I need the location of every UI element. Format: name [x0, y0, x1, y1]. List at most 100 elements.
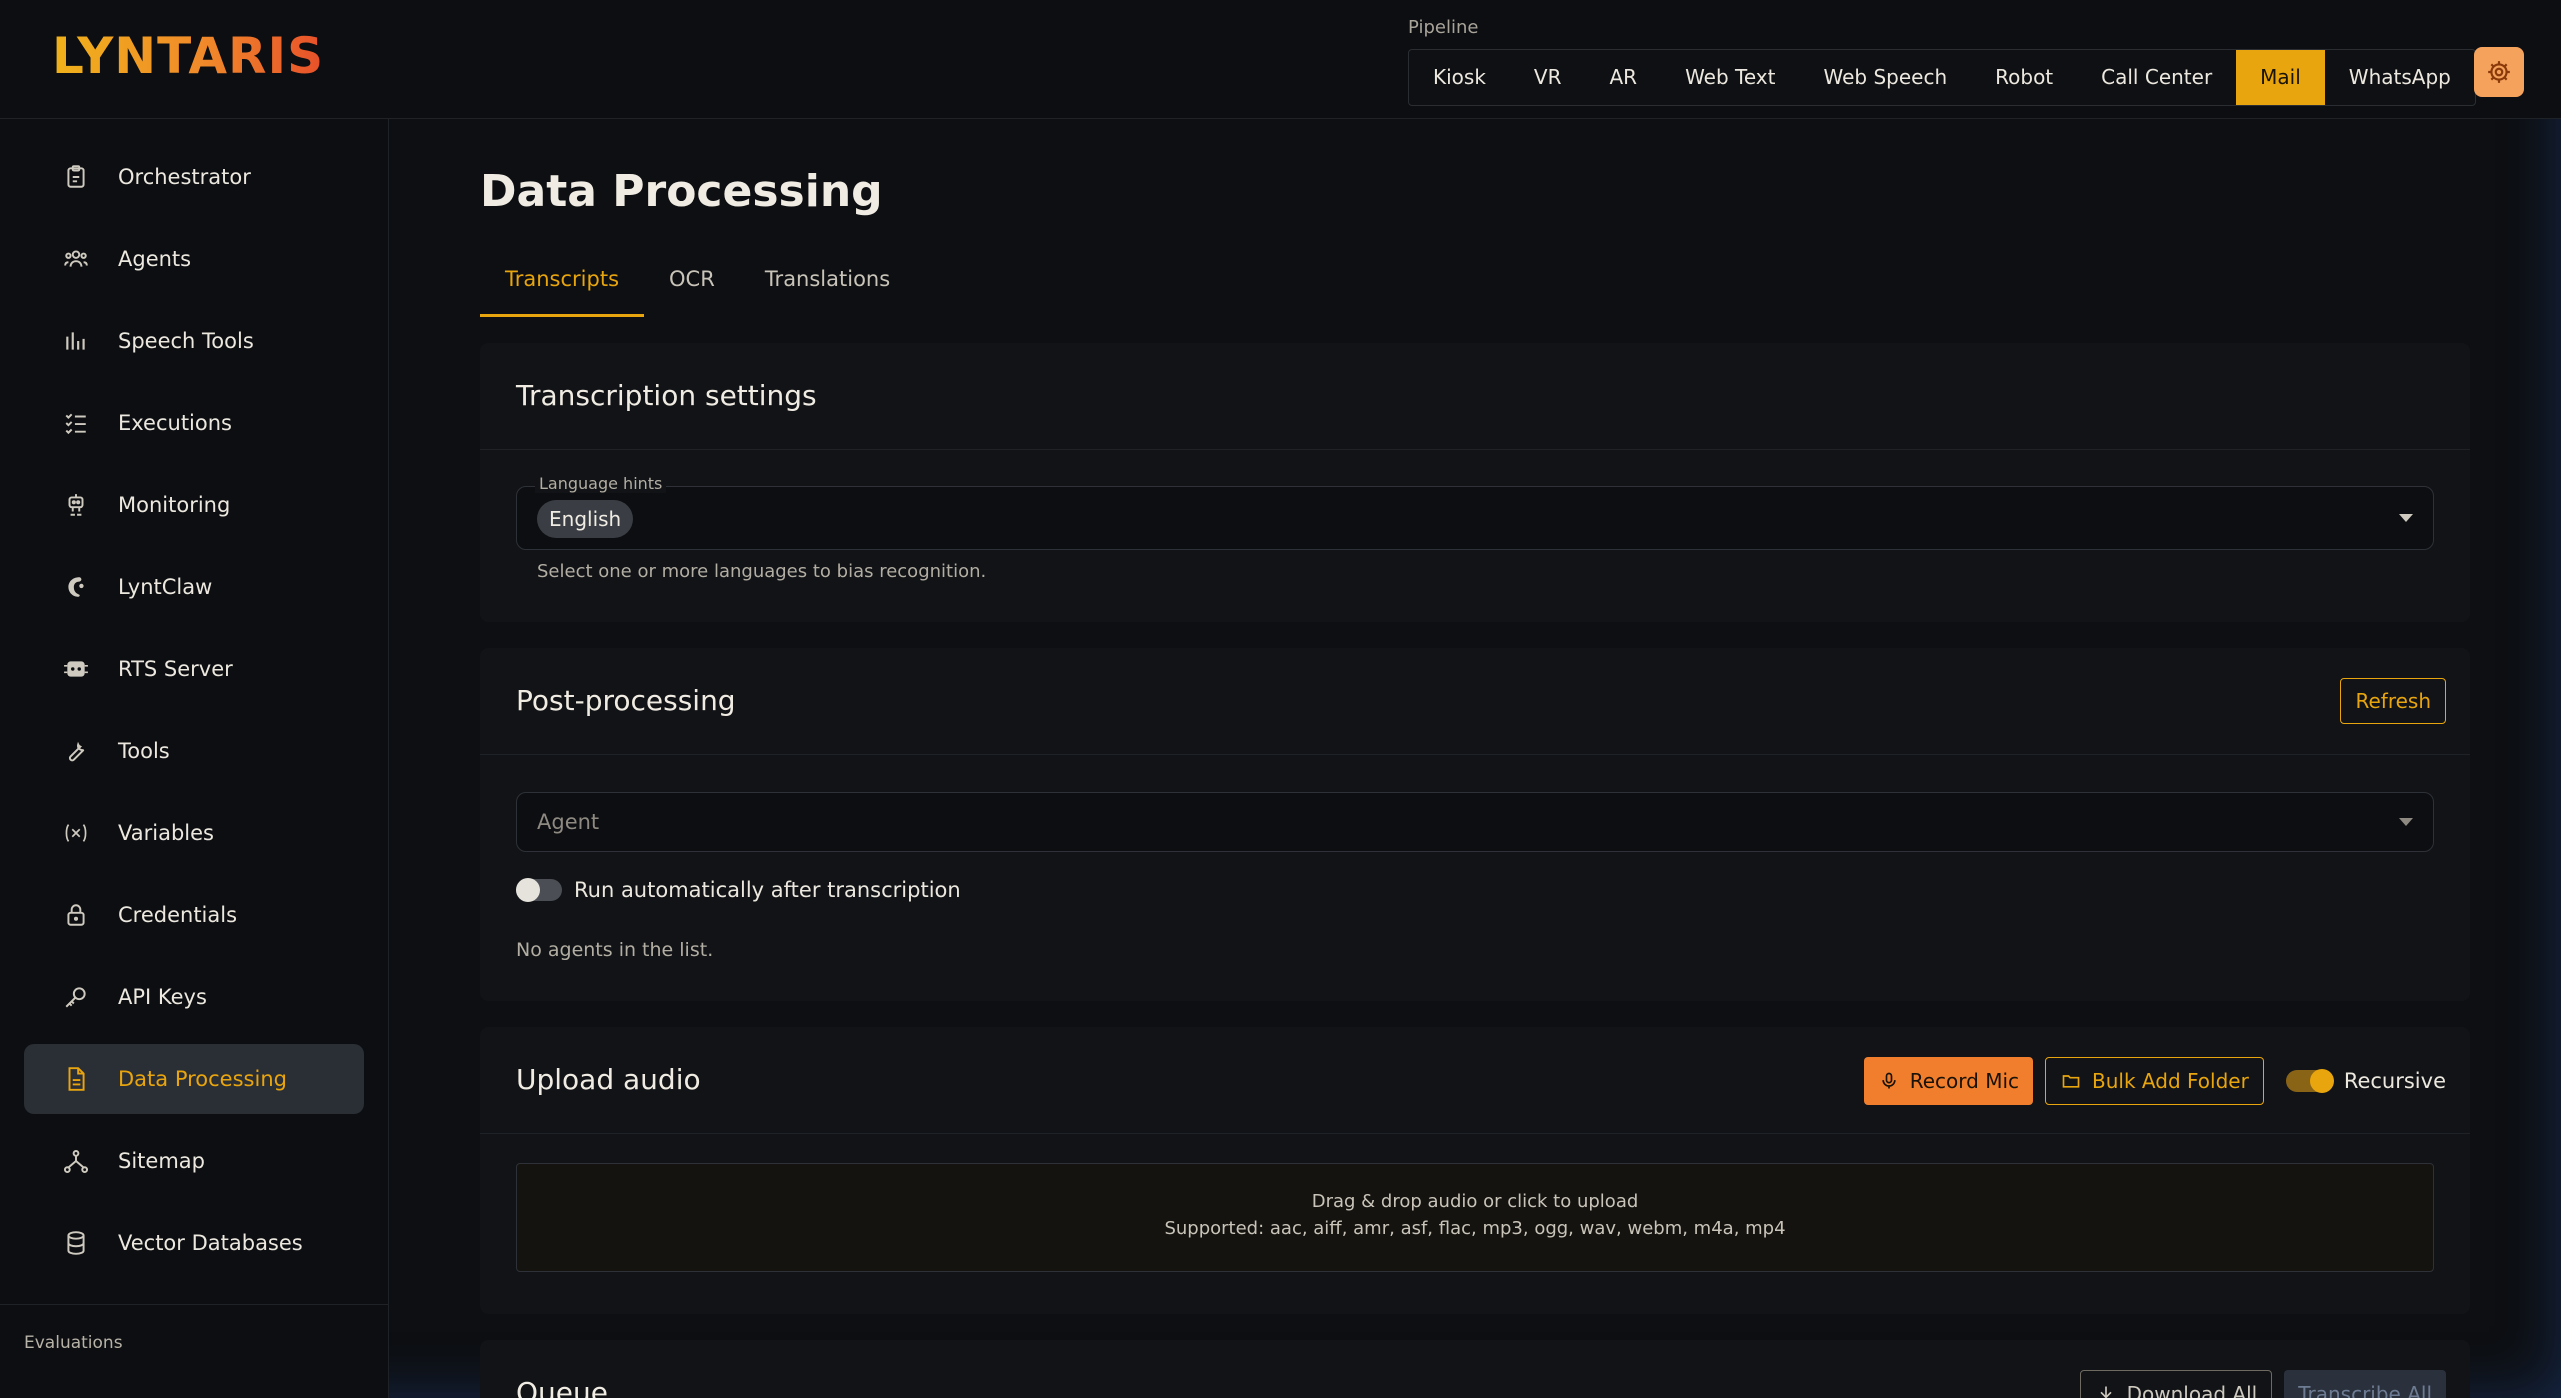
recursive-label: Recursive — [2343, 1069, 2446, 1093]
robot-icon — [62, 491, 90, 519]
pipeline-ar-button[interactable]: AR — [1586, 50, 1662, 105]
sidebar-item-label: Monitoring — [118, 493, 231, 517]
sidebar-item-label: API Keys — [118, 985, 207, 1009]
helper-text: Select one or more languages to bias rec… — [537, 561, 987, 582]
sidebar-item-label: RTS Server — [118, 657, 233, 681]
field-label: Language hints — [535, 474, 667, 493]
toggle-knob — [516, 878, 540, 902]
download-icon — [2095, 1383, 2117, 1398]
agent-placeholder: Agent — [537, 810, 600, 834]
pipeline-vr-button[interactable]: VR — [1510, 50, 1586, 105]
pipeline-label: Pipeline — [1408, 17, 1479, 38]
checklist-icon — [62, 409, 90, 437]
sidebar-item-lyntclaw[interactable]: LyntClaw — [24, 552, 364, 622]
sidebar-item-credentials[interactable]: Credentials — [24, 880, 364, 950]
queue-actions: Download All Transcribe All — [2079, 1370, 2446, 1398]
pipeline-web-text-button[interactable]: Web Text — [1661, 50, 1799, 105]
sidebar-item-data-processing[interactable]: Data Processing — [24, 1044, 364, 1114]
tab-translations[interactable]: Translations — [740, 255, 915, 317]
sidebar-divider — [0, 1304, 389, 1305]
settings-button[interactable] — [2474, 47, 2524, 97]
dropzone-supported-formats: Supported: aac, aiff, amr, asf, flac, mp… — [1164, 1218, 1786, 1239]
empty-agents-text: No agents in the list. — [516, 939, 714, 961]
dropzone-instructions: Drag & drop audio or click to upload — [1311, 1191, 1639, 1212]
sidebar-item-orchestrator[interactable]: Orchestrator — [24, 142, 364, 212]
clipboard-icon — [62, 163, 90, 191]
transcription-settings-card: Transcription settings Language hints En… — [480, 343, 2470, 622]
sidebar-item-label: Sitemap — [118, 1149, 205, 1173]
tab-ocr[interactable]: OCR — [644, 255, 740, 317]
download-all-label: Download All — [2126, 1382, 2258, 1398]
sidebar-item-api-keys[interactable]: API Keys — [24, 962, 364, 1032]
bar-chart-icon — [62, 327, 90, 355]
database-icon — [62, 1229, 90, 1257]
gear-icon — [2488, 61, 2510, 83]
card-header: Transcription settings — [480, 343, 2470, 450]
recursive-toggle[interactable] — [2285, 1069, 2334, 1093]
post-processing-card: Post-processing Refresh Agent Run automa… — [480, 648, 2470, 1001]
pipeline-whatsapp-button[interactable]: WhatsApp — [2325, 50, 2475, 105]
sidebar-section-evaluations: Evaluations — [24, 1333, 123, 1353]
document-icon — [62, 1065, 90, 1093]
sidebar-item-monitoring[interactable]: Monitoring — [24, 470, 364, 540]
sidebar-item-executions[interactable]: Executions — [24, 388, 364, 458]
toggle-knob — [2309, 1069, 2334, 1093]
sidebar-item-label: Executions — [118, 411, 232, 435]
sitemap-icon — [62, 1147, 90, 1175]
tab-bar: Transcripts OCR Translations — [480, 255, 915, 317]
language-chip[interactable]: English — [537, 500, 634, 538]
card-header: Post-processing Refresh — [480, 648, 2470, 755]
sidebar-item-tools[interactable]: Tools — [24, 716, 364, 786]
sidebar-item-variables[interactable]: Variables — [24, 798, 364, 868]
card-title: Transcription settings — [516, 379, 817, 412]
sidebar-item-label: LyntClaw — [118, 575, 213, 599]
auto-run-toggle[interactable] — [516, 878, 562, 902]
record-mic-label: Record Mic — [1909, 1069, 2020, 1093]
brand-logo[interactable]: LYNTARIS — [52, 26, 324, 86]
sidebar-item-rts-server[interactable]: RTS Server — [24, 634, 364, 704]
card-title: Queue — [516, 1376, 608, 1398]
bulk-add-folder-button[interactable]: Bulk Add Folder — [2045, 1057, 2264, 1105]
refresh-button[interactable]: Refresh — [2340, 678, 2446, 724]
pipeline-robot-button[interactable]: Robot — [1971, 50, 2077, 105]
sidebar-item-sitemap[interactable]: Sitemap — [24, 1126, 364, 1196]
users-icon — [62, 245, 90, 273]
sidebar-item-label: Vector Databases — [118, 1231, 303, 1255]
chevron-down-icon — [2399, 818, 2413, 826]
claw-icon — [62, 573, 90, 601]
queue-card: Queue Download All Transcribe All — [480, 1340, 2470, 1398]
agent-select[interactable]: Agent — [516, 792, 2434, 852]
record-mic-button[interactable]: Record Mic — [1863, 1057, 2034, 1105]
sidebar-item-label: Tools — [118, 739, 170, 763]
top-header: LYNTARIS Pipeline Kiosk VR AR Web Text W… — [0, 0, 2561, 119]
upload-actions: Record Mic Bulk Add Folder Recursive — [1863, 1057, 2446, 1105]
sidebar-item-label: Agents — [118, 247, 192, 271]
folder-icon — [2060, 1070, 2082, 1092]
tab-transcripts[interactable]: Transcripts — [480, 255, 645, 317]
sidebar-item-label: Data Processing — [118, 1067, 287, 1091]
sidebar-item-label: Variables — [118, 821, 214, 845]
auto-run-label: Run automatically after transcription — [574, 878, 961, 902]
card-title: Post-processing — [516, 684, 736, 717]
pipeline-kiosk-button[interactable]: Kiosk — [1409, 50, 1510, 105]
pipeline-call-center-button[interactable]: Call Center — [2077, 50, 2236, 105]
upload-audio-card: Upload audio Record Mic Bulk Add Folder … — [480, 1027, 2470, 1314]
sidebar: Orchestrator Agents Speech Tools Executi… — [0, 119, 389, 1398]
lock-icon — [62, 901, 90, 929]
bulk-add-folder-label: Bulk Add Folder — [2092, 1069, 2249, 1093]
app-window: LYNTARIS Pipeline Kiosk VR AR Web Text W… — [0, 0, 2561, 1398]
audio-dropzone[interactable]: Drag & drop audio or click to upload Sup… — [516, 1163, 2434, 1272]
page-title: Data Processing — [480, 166, 883, 217]
variable-icon — [62, 819, 90, 847]
sidebar-item-agents[interactable]: Agents — [24, 224, 364, 294]
pipeline-web-speech-button[interactable]: Web Speech — [1800, 50, 1972, 105]
sidebar-item-speech-tools[interactable]: Speech Tools — [24, 306, 364, 376]
sidebar-item-label: Credentials — [118, 903, 238, 927]
card-header: Upload audio Record Mic Bulk Add Folder … — [480, 1027, 2470, 1134]
download-all-button[interactable]: Download All — [2079, 1370, 2273, 1398]
sidebar-item-vector-databases[interactable]: Vector Databases — [24, 1208, 364, 1278]
transcribe-all-button[interactable]: Transcribe All — [2284, 1370, 2446, 1398]
card-title: Upload audio — [516, 1063, 701, 1096]
pipeline-mail-button[interactable]: Mail — [2236, 50, 2325, 105]
language-hints-select[interactable]: Language hints English — [516, 474, 2434, 550]
